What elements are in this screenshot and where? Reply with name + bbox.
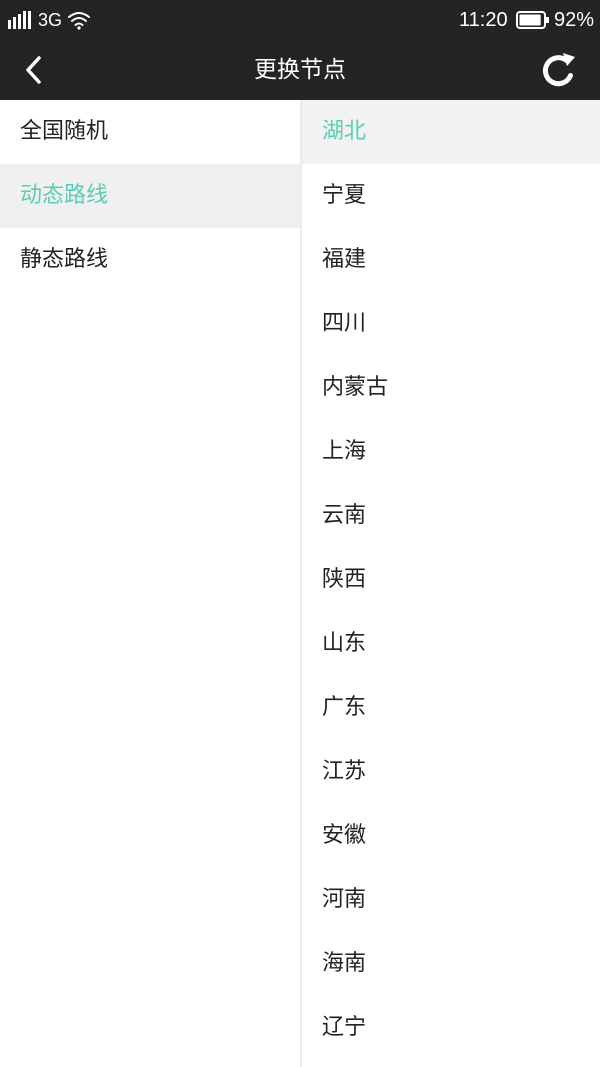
category-item[interactable]: 全国随机 [0, 100, 300, 164]
region-item[interactable]: 云南 [302, 484, 600, 548]
battery-percent: 92% [554, 9, 595, 31]
screen: 3G 11:20 92% 更换节点 全国随机 动态路线 静态路线 湖北 宁夏 福… [0, 0, 600, 1067]
category-item[interactable]: 静态路线 [0, 228, 300, 292]
clock: 11:20 [459, 9, 508, 31]
region-item[interactable]: 辽宁 [302, 996, 600, 1060]
back-button[interactable] [14, 48, 54, 92]
category-list: 全国随机 动态路线 静态路线 [0, 100, 300, 1067]
region-item[interactable]: 四川 [302, 292, 600, 356]
region-item[interactable]: 内蒙古 [302, 356, 600, 420]
region-item[interactable]: 陕西 [302, 548, 600, 612]
battery-icon [516, 11, 549, 29]
wifi-icon [68, 12, 90, 30]
network-type: 3G [38, 10, 63, 30]
refresh-button[interactable] [536, 48, 582, 94]
title-bar: 更换节点 [0, 40, 600, 100]
region-item[interactable]: 上海 [302, 420, 600, 484]
region-item[interactable]: 宁夏 [302, 164, 600, 228]
region-item[interactable]: 安徽 [302, 804, 600, 868]
status-bar: 3G 11:20 92% [0, 0, 600, 40]
refresh-icon [542, 53, 575, 87]
region-item[interactable]: 广东 [302, 676, 600, 740]
region-item[interactable]: 福建 [302, 228, 600, 292]
category-list-background [0, 292, 300, 1067]
region-item[interactable]: 海南 [302, 932, 600, 996]
region-item[interactable]: 江苏 [302, 740, 600, 804]
region-item[interactable]: 山东 [302, 612, 600, 676]
region-list[interactable]: 湖北 宁夏 福建 四川 内蒙古 上海 云南 陕西 山东 广东 江苏 安徽 河南 海南 辽宁 [302, 100, 600, 1067]
signal-strength-icon [8, 11, 31, 29]
page-title: 更换节点 [254, 57, 346, 83]
region-item[interactable]: 湖北 [302, 100, 600, 164]
region-item[interactable]: 河南 [302, 868, 600, 932]
category-item[interactable]: 动态路线 [0, 164, 300, 228]
back-chevron-icon [26, 56, 41, 84]
